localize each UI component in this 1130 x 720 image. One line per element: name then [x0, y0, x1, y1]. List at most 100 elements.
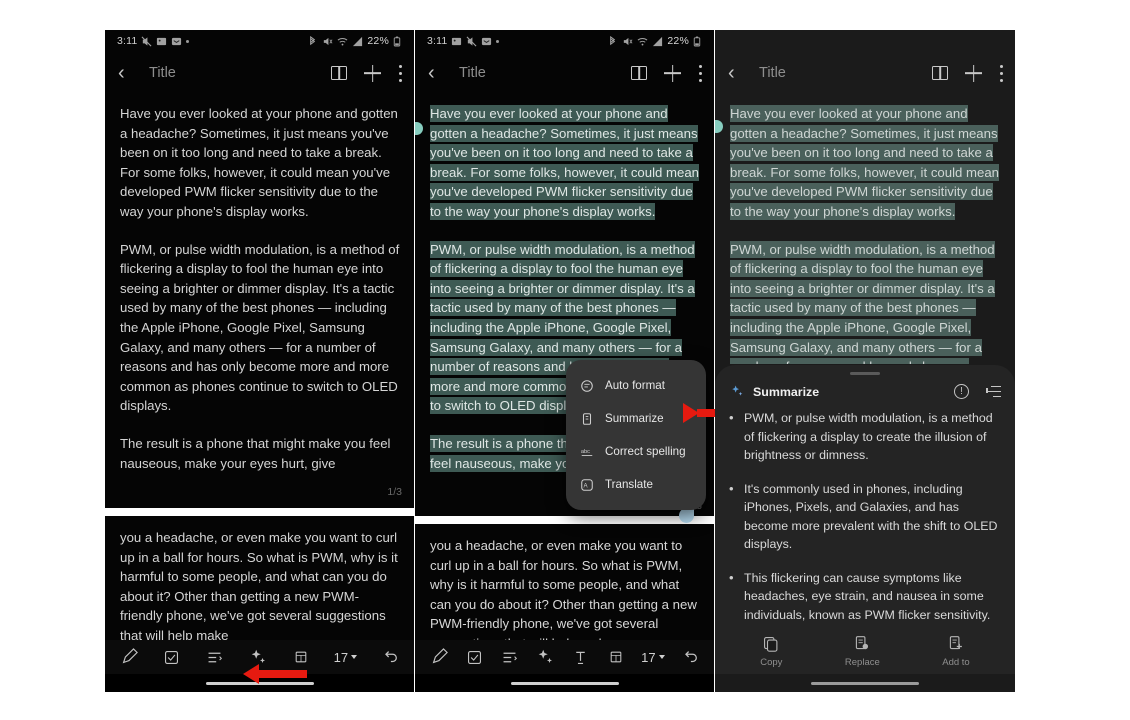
- nav-gesture-pill-2[interactable]: [510, 681, 619, 685]
- summarize-sheet: Summarize ! • PWM, or pulse width modula…: [715, 365, 1015, 692]
- note-paragraph-1: Have you ever looked at your phone and g…: [120, 106, 398, 219]
- nav-gesture-pill-3[interactable]: [811, 681, 919, 685]
- replace-button[interactable]: Replace: [845, 635, 880, 668]
- checkbox-icon-2[interactable]: [464, 647, 484, 667]
- system-nav-bar-3: [715, 674, 1015, 692]
- ai-sparkle-icon-2[interactable]: [535, 647, 555, 667]
- back-button[interactable]: ‹: [118, 63, 140, 83]
- summary-list: • PWM, or pulse width modulation, is a m…: [715, 405, 1015, 624]
- app-header-3: ‹ Title: [715, 52, 1015, 94]
- back-button-2[interactable]: ‹: [428, 63, 450, 83]
- page-divider-2: [415, 516, 714, 524]
- chevron-down-icon: [351, 655, 358, 659]
- note-body-3[interactable]: Have you ever looked at your phone and g…: [715, 94, 1015, 364]
- ai-context-menu[interactable]: Auto format Summarize abc Correct spelli…: [566, 360, 706, 510]
- book-icon-3[interactable]: [932, 66, 948, 80]
- back-button-3[interactable]: ‹: [728, 63, 750, 83]
- font-size-value-2: 17: [641, 649, 656, 665]
- summary-bullet: • It's commonly used in phones, includin…: [729, 480, 999, 554]
- status-bar: 3:11 22%: [105, 30, 414, 52]
- page-title: Title: [149, 65, 176, 81]
- status-bar-2: 3:11 22%: [415, 30, 714, 52]
- undo-icon[interactable]: [380, 647, 400, 667]
- summary-bullet: • This flickering can cause symptoms lik…: [729, 569, 999, 625]
- text-style-icon[interactable]: [570, 647, 590, 667]
- status-time: 3:11: [117, 35, 138, 47]
- copy-button[interactable]: Copy: [760, 635, 782, 668]
- signal-icon: [352, 36, 363, 47]
- replace-label: Replace: [844, 656, 880, 668]
- table-icon-2[interactable]: [606, 647, 626, 667]
- note-body-1-cont[interactable]: you a headache, or even make you want to…: [105, 516, 414, 646]
- note-continuation-2: you a headache, or even make you want to…: [430, 538, 697, 651]
- menu-item-translate[interactable]: A Translate: [566, 468, 706, 501]
- note-body-1[interactable]: Have you ever looked at your phone and g…: [105, 94, 414, 504]
- kebab-menu-icon[interactable]: [398, 64, 402, 82]
- menu-item-correct-spelling[interactable]: abc Correct spelling: [566, 435, 706, 468]
- screenshot-root: 3:11 22% ‹ Title Have you ever looked at…: [0, 0, 1130, 720]
- page-title-2: Title: [459, 65, 486, 81]
- list-format-icon-2[interactable]: [500, 647, 520, 667]
- book-icon-2[interactable]: [631, 66, 647, 80]
- mute-icon-2: [466, 36, 477, 47]
- add-to-label: Add to: [942, 656, 970, 668]
- annotation-arrow-toolbar: [243, 664, 307, 684]
- messages-icon: [171, 36, 182, 47]
- kebab-menu-icon-3[interactable]: [999, 64, 1003, 82]
- summary-bullet-text: It's commonly used in phones, including …: [744, 481, 998, 552]
- bluetooth-icon-2: [607, 35, 618, 47]
- phone-screen-2: 3:11 22% ‹ Title Have you ever looked at…: [415, 30, 714, 692]
- svg-text:abc: abc: [580, 448, 589, 454]
- pen-icon[interactable]: [119, 647, 139, 667]
- note-paragraph-3: The result is a phone that might make yo…: [120, 435, 391, 471]
- font-size-selector-2[interactable]: 17: [641, 649, 665, 665]
- app-header-2: ‹ Title: [415, 52, 714, 94]
- note-paragraph-2: PWM, or pulse width modulation, is a met…: [120, 241, 400, 414]
- page-counter: 1/3: [387, 486, 402, 498]
- battery-percent-2: 22%: [667, 35, 689, 47]
- plus-icon-3[interactable]: [965, 65, 982, 82]
- note-paragraph-2-selected-3: PWM, or pulse width modulation, is a met…: [730, 240, 1001, 364]
- selection-handle-end[interactable]: [679, 508, 694, 523]
- dot-icon-2: [496, 39, 500, 43]
- signal-icon-2: [652, 36, 663, 47]
- note-body-2-cont[interactable]: you a headache, or even make you want to…: [415, 524, 714, 654]
- plus-icon-2[interactable]: [664, 65, 681, 82]
- dot-icon: [186, 39, 190, 43]
- checkbox-icon[interactable]: [162, 647, 182, 667]
- list-format-icon[interactable]: [205, 647, 225, 667]
- font-size-selector[interactable]: 17: [333, 649, 358, 665]
- menu-label-translate: Translate: [605, 478, 653, 491]
- note-paragraph-1-selected-3: Have you ever looked at your phone and g…: [730, 105, 999, 220]
- wifi-icon-2: [637, 36, 648, 47]
- undo-icon-2[interactable]: [680, 647, 700, 667]
- chevron-down-icon-2: [658, 655, 665, 659]
- menu-item-auto-format[interactable]: Auto format: [566, 369, 706, 402]
- pen-icon-2[interactable]: [429, 647, 449, 667]
- summary-bullet: • PWM, or pulse width modulation, is a m…: [729, 409, 999, 465]
- menu-label-correct-spelling: Correct spelling: [605, 445, 686, 458]
- messages-icon-2: [481, 36, 492, 47]
- font-size-value: 17: [333, 649, 349, 665]
- bullet-dot-icon: •: [729, 480, 734, 496]
- copy-label: Copy: [760, 656, 783, 668]
- info-icon[interactable]: !: [954, 384, 969, 399]
- status-time-2: 3:11: [427, 35, 448, 47]
- battery-percent: 22%: [367, 35, 389, 47]
- sheet-title: Summarize: [753, 384, 820, 399]
- add-to-icon: [947, 635, 965, 653]
- note-paragraph-1-selected: Have you ever looked at your phone and g…: [430, 105, 699, 220]
- sheet-header: Summarize !: [715, 375, 1015, 405]
- image-icon: [156, 36, 167, 47]
- add-to-button[interactable]: Add to: [942, 635, 970, 668]
- bullet-dot-icon: •: [729, 569, 734, 585]
- volume-off-icon: [322, 36, 333, 47]
- auto-format-icon: [579, 378, 594, 393]
- battery-icon: [393, 36, 404, 47]
- summarize-icon: [579, 411, 594, 426]
- detail-level-icon[interactable]: [985, 385, 1001, 399]
- book-icon[interactable]: [331, 66, 347, 80]
- plus-icon[interactable]: [364, 65, 381, 82]
- translate-icon: A: [579, 477, 594, 492]
- kebab-menu-icon-2[interactable]: [698, 64, 702, 82]
